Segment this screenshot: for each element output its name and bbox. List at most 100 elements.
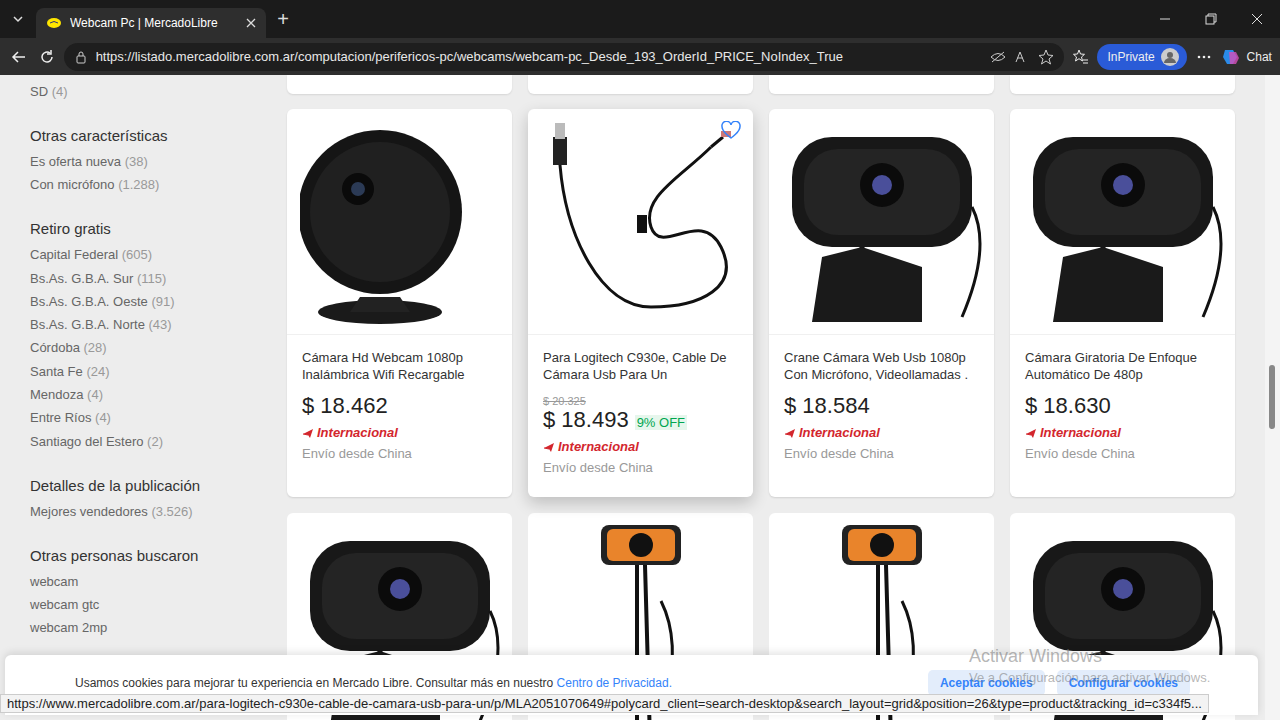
- profile-icon: [1161, 48, 1179, 66]
- product-image[interactable]: [287, 109, 512, 335]
- product-title[interactable]: Crane Cámara Web Usb 1080p Con Micrófono…: [784, 349, 979, 383]
- close-tab-icon[interactable]: [246, 18, 256, 28]
- product-photo-icon[interactable]: [300, 117, 500, 327]
- filter-label[interactable]: Es oferta nueva: [30, 154, 121, 169]
- filter-item[interactable]: Bs.As. G.B.A. Oeste (91): [30, 294, 287, 310]
- filter-item[interactable]: Mejores vendedores (3.526): [30, 504, 287, 520]
- back-button[interactable]: [8, 49, 30, 65]
- filter-count: (28): [84, 340, 107, 355]
- filter-item[interactable]: Es oferta nueva (38): [30, 154, 287, 170]
- cookie-buttons: Aceptar cookies Configurar cookies: [928, 670, 1190, 696]
- status-url: https://www.mercadolibre.com.ar/para-log…: [0, 694, 1209, 713]
- filter-label[interactable]: Santiago del Estero: [30, 434, 143, 449]
- filter-label[interactable]: Mejores vendedores: [30, 504, 148, 519]
- filter-item[interactable]: Bs.As. G.B.A. Norte (43): [30, 317, 287, 333]
- product-row: Cámara Hd Webcam 1080p Inalámbrica Wifi …: [287, 109, 1235, 497]
- filter-label[interactable]: webcam 2mp: [30, 620, 107, 635]
- tab-strip: Webcam Pc | MercadoLibre+: [0, 0, 1280, 38]
- product-image[interactable]: [769, 109, 994, 335]
- product-card[interactable]: [528, 75, 753, 94]
- filter-item[interactable]: webcam gtc: [30, 597, 287, 613]
- tag-label: Internacional: [558, 439, 639, 454]
- filter-label[interactable]: SD: [30, 84, 48, 99]
- filter-label[interactable]: Capital Federal: [30, 247, 118, 262]
- filter-label[interactable]: Bs.As. G.B.A. Sur: [30, 271, 133, 286]
- filter-item[interactable]: Capital Federal (605): [30, 247, 287, 263]
- filter-item[interactable]: Bs.As. G.B.A. Sur (115): [30, 271, 287, 287]
- filter-label[interactable]: Córdoba: [30, 340, 80, 355]
- privacy-link[interactable]: Centro de Privacidad.: [557, 676, 672, 690]
- filter-item[interactable]: Mendoza (4): [30, 387, 287, 403]
- filter-item[interactable]: webcam: [30, 574, 287, 590]
- product-card[interactable]: [769, 75, 994, 94]
- product-card[interactable]: Crane Cámara Web Usb 1080p Con Micrófono…: [769, 109, 994, 497]
- price-row: $ 18.4939% OFF: [543, 407, 738, 433]
- filter-item[interactable]: Con micrófono (1.288): [30, 177, 287, 193]
- chevron-down-icon[interactable]: [12, 13, 24, 25]
- product-title[interactable]: Para Logitech C930e, Cable De Cámara Usb…: [543, 349, 738, 383]
- configure-cookies-button[interactable]: Configurar cookies: [1057, 670, 1190, 696]
- filter-label[interactable]: Mendoza: [30, 387, 83, 402]
- filter-label[interactable]: webcam: [30, 574, 78, 589]
- product-card[interactable]: [287, 75, 512, 94]
- favorite-button[interactable]: [721, 121, 741, 143]
- read-aloud-icon[interactable]: [1014, 50, 1030, 64]
- product-card[interactable]: [1010, 75, 1235, 94]
- price-row: $ 18.462: [302, 393, 497, 419]
- discount-badge: 9% OFF: [635, 415, 687, 430]
- restore-icon[interactable]: [1205, 13, 1217, 25]
- filter-item[interactable]: Santiago del Estero (2): [30, 434, 287, 450]
- product-card[interactable]: Cámara Hd Webcam 1080p Inalámbrica Wifi …: [287, 109, 512, 497]
- filter-item[interactable]: Córdoba (28): [30, 340, 287, 356]
- favorite-star-icon[interactable]: [1038, 49, 1054, 65]
- filter-item[interactable]: SD (4): [30, 84, 287, 100]
- filter-label[interactable]: Entre Ríos: [30, 410, 91, 425]
- accept-cookies-button[interactable]: Aceptar cookies: [928, 670, 1045, 696]
- plane-icon: [302, 427, 314, 439]
- page: SD (4)Otras característicasEs oferta nue…: [0, 75, 1280, 720]
- tracking-icon[interactable]: [990, 50, 1006, 64]
- address-bar[interactable]: https://listado.mercadolibre.com.ar/comp…: [64, 43, 1064, 71]
- new-tab-button[interactable]: +: [266, 8, 300, 31]
- minimize-button[interactable]: [1142, 13, 1188, 25]
- heart-icon[interactable]: [721, 121, 741, 139]
- filter-label[interactable]: Santa Fe: [30, 364, 83, 379]
- mercadolibre-favicon-icon: [46, 15, 62, 31]
- product-title[interactable]: Cámara Hd Webcam 1080p Inalámbrica Wifi …: [302, 349, 497, 383]
- restore-button[interactable]: [1188, 13, 1234, 25]
- product-photo-icon[interactable]: [541, 117, 741, 327]
- reload-icon[interactable]: [39, 49, 55, 65]
- inprivate-badge[interactable]: InPrivate: [1097, 44, 1186, 70]
- tag-label: Internacional: [799, 425, 880, 440]
- tab-menu[interactable]: [0, 13, 36, 25]
- filter-count: (2): [147, 434, 163, 449]
- browser-tab[interactable]: Webcam Pc | MercadoLibre: [36, 8, 266, 38]
- product-photo-icon[interactable]: [1023, 117, 1223, 327]
- filter-label[interactable]: Bs.As. G.B.A. Norte: [30, 317, 145, 332]
- favorites-button[interactable]: [1070, 49, 1092, 65]
- scrollbar[interactable]: [1265, 75, 1280, 720]
- filter-label[interactable]: Bs.As. G.B.A. Oeste: [30, 294, 148, 309]
- filter-item[interactable]: Entre Ríos (4): [30, 410, 287, 426]
- more-button[interactable]: [1193, 49, 1215, 65]
- filter-label[interactable]: Con micrófono: [30, 177, 115, 192]
- more-icon[interactable]: [1196, 49, 1212, 65]
- product-image[interactable]: [528, 109, 753, 335]
- filter-item[interactable]: Santa Fe (24): [30, 364, 287, 380]
- minimize-icon[interactable]: [1159, 13, 1171, 25]
- product-card[interactable]: Cámara Giratoria De Enfoque Automático D…: [1010, 109, 1235, 497]
- close-icon[interactable]: [1251, 13, 1263, 25]
- scrollbar-thumb[interactable]: [1269, 365, 1275, 429]
- filter-item[interactable]: webcam 2mp: [30, 620, 287, 636]
- product-title[interactable]: Cámara Giratoria De Enfoque Automático D…: [1025, 349, 1220, 383]
- reload-button[interactable]: [36, 49, 58, 65]
- product-image[interactable]: [1010, 109, 1235, 335]
- copilot-chat-button[interactable]: Chat: [1221, 47, 1272, 67]
- url-text[interactable]: https://listado.mercadolibre.com.ar/comp…: [96, 49, 982, 64]
- close-button[interactable]: [1234, 13, 1280, 25]
- back-arrow-icon[interactable]: [11, 49, 27, 65]
- product-photo-icon[interactable]: [782, 117, 982, 327]
- favorites-icon[interactable]: [1073, 49, 1089, 65]
- filter-label[interactable]: webcam gtc: [30, 597, 99, 612]
- product-card[interactable]: Para Logitech C930e, Cable De Cámara Usb…: [528, 109, 753, 497]
